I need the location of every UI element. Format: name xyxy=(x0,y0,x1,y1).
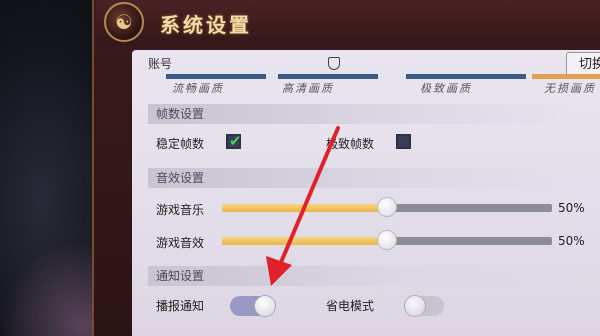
extreme-frame-checkbox[interactable] xyxy=(396,134,411,149)
quality-option-lossless[interactable]: 无损画质 xyxy=(544,80,596,96)
quality-option-lossless-strip[interactable] xyxy=(532,74,600,79)
checkmark-icon: ✔ xyxy=(229,132,242,150)
game-effects-slider[interactable] xyxy=(222,230,552,250)
quality-option-hd-strip[interactable] xyxy=(278,74,378,79)
game-effects-value: 50% xyxy=(558,234,585,248)
window-title: 系统设置 xyxy=(160,13,252,37)
power-save-toggle[interactable] xyxy=(404,295,444,317)
broadcast-notify-toggle[interactable] xyxy=(230,295,276,317)
game-music-label: 游戏音乐 xyxy=(156,203,205,217)
settings-panel: 账号 切换 流畅画质 高清画质 极致画质 无损画质 帧数设置 稳定帧数 ✔ 极致… xyxy=(132,50,600,336)
quality-option-smooth-strip[interactable] xyxy=(166,74,266,79)
game-effects-slider-knob[interactable] xyxy=(377,230,397,250)
game-music-slider-knob[interactable] xyxy=(377,197,397,217)
quality-option-hd[interactable]: 高清画质 xyxy=(282,80,334,96)
stable-frame-label: 稳定帧数 xyxy=(156,137,205,151)
broadcast-notify-toggle-knob xyxy=(254,295,276,317)
section-frame-header: 帧数设置 xyxy=(148,104,568,124)
section-notify-header: 通知设置 xyxy=(148,266,568,286)
account-label: 账号 xyxy=(148,57,173,71)
shield-icon[interactable] xyxy=(328,57,340,70)
emblem-glyph: ☯ xyxy=(115,10,133,34)
quality-option-extreme-strip[interactable] xyxy=(406,74,526,79)
game-music-slider[interactable] xyxy=(222,197,552,217)
account-row: 账号 切换 流畅画质 高清画质 极致画质 无损画质 xyxy=(132,50,600,96)
game-effects-slider-fill xyxy=(222,237,387,245)
power-save-toggle-knob xyxy=(404,295,426,317)
game-music-slider-fill xyxy=(222,204,387,212)
quality-option-extreme[interactable]: 极致画质 xyxy=(420,80,472,96)
stable-frame-checkbox[interactable]: ✔ xyxy=(226,132,242,150)
broadcast-notify-label: 播报通知 xyxy=(156,299,205,313)
extreme-frame-label: 极致帧数 xyxy=(326,137,375,151)
section-sound-header: 音效设置 xyxy=(148,168,568,188)
quality-option-smooth[interactable]: 流畅画质 xyxy=(172,80,224,96)
game-music-value: 50% xyxy=(558,201,585,215)
yin-yang-emblem-icon: ☯ xyxy=(104,2,144,42)
power-save-label: 省电模式 xyxy=(326,299,375,313)
game-effects-label: 游戏音效 xyxy=(156,236,205,250)
